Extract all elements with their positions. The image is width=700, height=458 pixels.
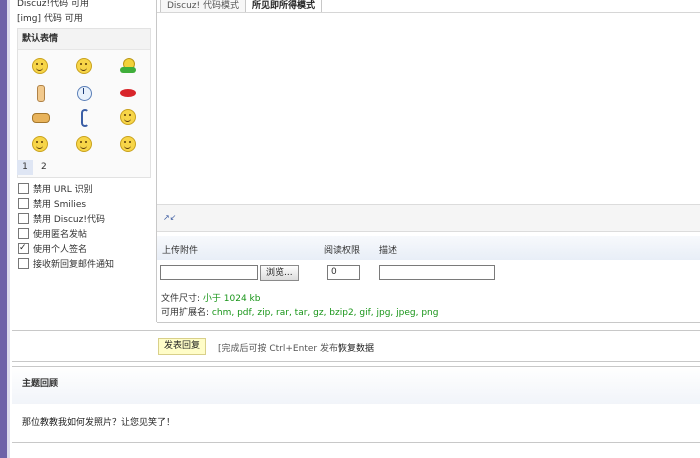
checkbox[interactable] [18,228,29,239]
attachment-body: 浏览... 0 文件尺寸: 小于 1024 kb 可用扩展名: chm, pdf… [157,260,700,323]
kiss-icon[interactable] [120,87,136,103]
smilies-page-1[interactable]: 1 [17,160,33,175]
thread-review-body: 那位教教我如何发照片？让您见笑了！ [12,404,700,458]
submit-reply-button[interactable]: 发表回复 [158,338,207,355]
resize-icon[interactable]: ↗↙ [163,213,176,222]
handshake-icon[interactable] [32,109,50,125]
thread-review-header: 主题回顾 [12,366,700,406]
file-size-label: 文件尺寸: [161,294,201,304]
smilies-pager: 1 2 [17,160,52,176]
file-size-value: 小于 1024 kb [202,294,261,304]
window-left-border [0,0,7,458]
checkbox[interactable] [18,198,29,209]
attach-file-input[interactable] [160,265,258,280]
read-permission-input[interactable]: 0 [327,265,360,280]
option-disable-smilies[interactable]: 禁用 Smilies [18,198,86,212]
editor-bottom-bar: ↗↙ [157,204,700,232]
discuz-code-status: Discuz!代码 可用 [17,0,89,9]
attach-desc-column: 描述 [379,246,398,256]
victory-icon[interactable] [32,85,48,102]
option-label: 接收新回复邮件通知 [33,260,115,270]
smile-icon[interactable] [32,58,48,74]
checkbox[interactable] [18,213,29,224]
time-icon[interactable] [76,85,92,101]
extensions-label: 可用扩展名: [161,308,210,318]
shy-icon[interactable] [76,109,92,127]
thread-review-title: 主题回顾 [22,379,59,389]
smilies-panel: 默认表情 [17,28,151,178]
huffy-icon[interactable] [120,58,136,74]
submit-hint: [完成后可按 Ctrl+Enter 发布] [218,344,342,354]
restore-data-link[interactable]: 恢复数据 [338,341,374,354]
file-size-info: 文件尺寸: 小于 1024 kb [161,291,260,304]
window-left-border-inner [7,0,10,458]
sad-icon[interactable] [120,136,136,152]
divider [12,442,700,443]
submit-bar: 发表回复 [完成后可按 Ctrl+Enter 发布] 恢复数据 [12,330,700,362]
tongue-icon[interactable] [76,136,92,152]
attachment-header: 上传附件 阅读权限 描述 [157,236,700,261]
option-label: 使用匿名发帖 [33,230,88,240]
grin-icon[interactable] [76,58,92,74]
sweat-icon[interactable] [32,136,48,152]
extensions-info: 可用扩展名: chm, pdf, zip, rar, tar, gz, bzip… [161,305,438,318]
review-post-text: 那位教教我如何发照片？让您见笑了！ [22,418,176,428]
option-anonymous[interactable]: 使用匿名发帖 [18,228,87,242]
attach-perm-column: 阅读权限 [324,246,361,256]
message-editor[interactable] [157,12,700,205]
option-email-notify[interactable]: 接收新回复邮件通知 [18,258,114,272]
option-signature[interactable]: 使用个人签名 [18,241,88,257]
wink-icon[interactable] [120,109,136,125]
option-label: 禁用 URL 识别 [33,185,93,195]
bbcode-status: Discuz!代码 可用 [img] 代码 可用 [17,0,89,24]
checkbox[interactable] [18,183,29,194]
img-code-status: [img] 代码 可用 [17,14,83,24]
checkbox-checked[interactable] [18,241,29,255]
option-label: 禁用 Smilies [33,200,87,210]
option-disable-url[interactable]: 禁用 URL 识别 [18,183,93,197]
extensions-value: chm, pdf, zip, rar, tar, gz, bzip2, gif,… [211,308,439,318]
checkbox[interactable] [18,258,29,269]
option-label: 禁用 Discuz!代码 [33,215,105,225]
option-label: 使用个人签名 [33,245,88,255]
smilies-title: 默认表情 [18,29,150,50]
attach-description-input[interactable] [379,265,495,280]
smilies-page-2[interactable]: 2 [36,160,52,175]
option-disable-discuz-code[interactable]: 禁用 Discuz!代码 [18,213,105,227]
browse-button[interactable]: 浏览... [260,265,299,281]
attach-file-column: 上传附件 [162,246,199,256]
